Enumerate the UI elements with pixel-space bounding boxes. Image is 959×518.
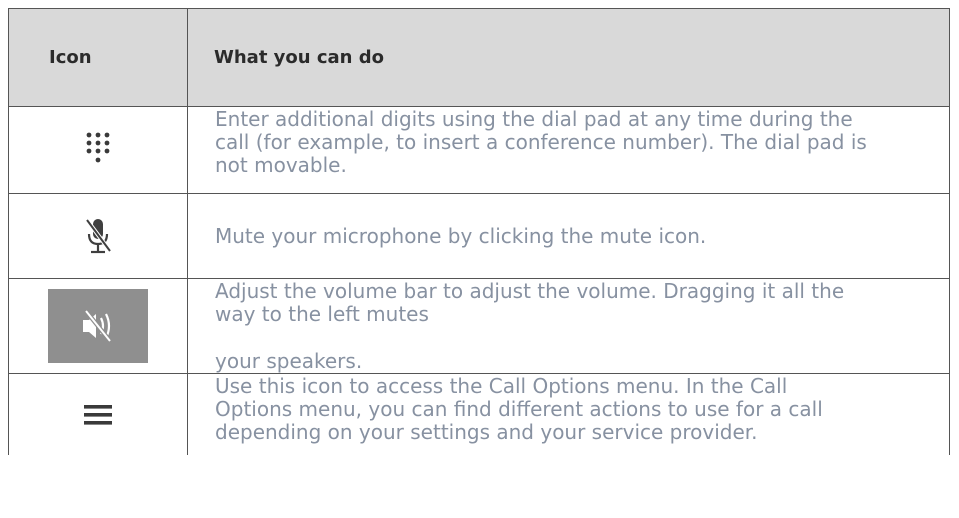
table-header-row: Icon What you can do	[8, 8, 950, 107]
icon-cell	[8, 373, 188, 455]
table-row: Use this icon to access the Call Options…	[8, 373, 950, 455]
description-line: Enter additional digits using the dial p…	[215, 107, 853, 131]
speaker-muted-icon	[48, 289, 148, 363]
description-cell: Enter additional digits using the dial p…	[187, 106, 950, 194]
description-line: your speakers.	[215, 349, 363, 373]
description-cell: Use this icon to access the Call Options…	[187, 373, 950, 455]
header-description-column: What you can do	[187, 8, 950, 107]
icon-cell	[8, 106, 188, 194]
description-line: Options menu, you can find different act…	[215, 397, 823, 421]
icon-cell	[8, 193, 188, 279]
icon-actions-table: Icon What you can do Enter additional di…	[8, 8, 950, 455]
dial-pad-icon	[85, 132, 111, 163]
table-row: Adjust the volume bar to adjust the volu…	[8, 278, 950, 374]
microphone-muted-icon	[83, 218, 113, 254]
table-row: Mute your microphone by clicking the mut…	[8, 193, 950, 279]
page: Icon What you can do Enter additional di…	[0, 0, 959, 518]
table-row: Enter additional digits using the dial p…	[8, 106, 950, 194]
description-line: way to the left mutes	[215, 302, 429, 326]
description-line: call (for example, to insert a conferenc…	[215, 130, 867, 154]
description-line: Use this icon to access the Call Options…	[215, 374, 788, 398]
menu-icon	[84, 404, 112, 425]
description-cell: Mute your microphone by clicking the mut…	[187, 193, 950, 279]
description-line: not movable.	[215, 153, 347, 177]
description-line: depending on your settings and your serv…	[215, 420, 758, 444]
icon-cell	[8, 278, 188, 374]
description-cell: Adjust the volume bar to adjust the volu…	[187, 278, 950, 374]
header-icon-column: Icon	[8, 8, 188, 107]
description-line: Adjust the volume bar to adjust the volu…	[215, 279, 845, 303]
description-line: Mute your microphone by clicking the mut…	[215, 223, 707, 248]
